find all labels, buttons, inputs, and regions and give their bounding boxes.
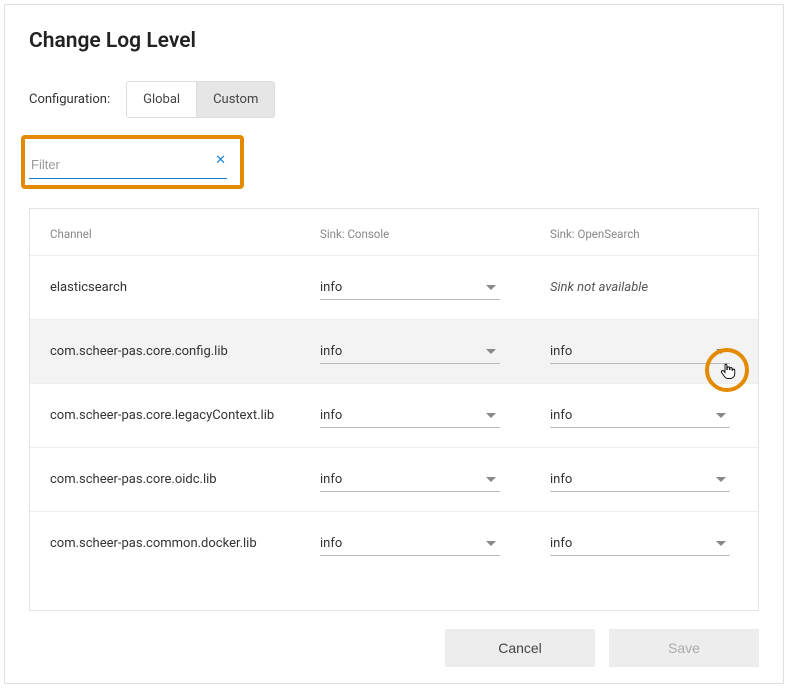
select-value: info — [550, 408, 572, 423]
console-select[interactable]: info — [320, 340, 500, 364]
console-select[interactable]: info — [320, 468, 500, 492]
cancel-button[interactable]: Cancel — [445, 629, 595, 667]
select-value: info — [550, 536, 572, 551]
configuration-row: Configuration: Global Custom — [29, 81, 759, 118]
header-channel: Channel — [50, 227, 320, 241]
header-opensearch: Sink: OpenSearch — [550, 227, 759, 241]
dialog-footer: Cancel Save — [29, 629, 759, 667]
channels-table: Channel Sink: Console Sink: OpenSearch e… — [29, 208, 759, 611]
select-value: info — [320, 536, 342, 551]
opensearch-select[interactable]: info — [550, 404, 730, 428]
tab-global[interactable]: Global — [126, 81, 197, 118]
filter-input[interactable] — [29, 151, 227, 179]
chevron-down-icon — [486, 541, 496, 546]
header-console: Sink: Console — [320, 227, 550, 241]
opensearch-select[interactable]: info — [550, 532, 730, 556]
channel-name: com.scheer-pas.common.docker.lib — [50, 536, 320, 551]
select-value: info — [320, 280, 342, 295]
chevron-down-icon — [716, 541, 726, 546]
channel-name: com.scheer-pas.core.config.lib — [50, 344, 320, 359]
configuration-tabs: Global Custom — [126, 81, 275, 118]
channel-name: elasticsearch — [50, 280, 320, 295]
opensearch-unavailable: Sink not available — [550, 280, 759, 295]
console-select[interactable]: info — [320, 532, 500, 556]
chevron-down-icon — [716, 349, 726, 354]
table-row: com.scheer-pas.core.oidc.lib info info — [30, 447, 758, 511]
select-value: info — [550, 472, 572, 487]
tab-custom[interactable]: Custom — [197, 81, 275, 118]
select-value: info — [320, 408, 342, 423]
filter-container: ✕ — [29, 140, 244, 190]
opensearch-select[interactable]: info — [550, 340, 730, 364]
chevron-down-icon — [716, 413, 726, 418]
dialog-title: Change Log Level — [29, 29, 759, 53]
chevron-down-icon — [716, 477, 726, 482]
save-button[interactable]: Save — [609, 629, 759, 667]
select-value: info — [320, 472, 342, 487]
console-select[interactable]: info — [320, 404, 500, 428]
select-value: info — [550, 344, 572, 359]
filter-clear-icon[interactable]: ✕ — [215, 154, 226, 167]
chevron-down-icon — [486, 477, 496, 482]
console-select[interactable]: info — [320, 276, 500, 300]
configuration-label: Configuration: — [29, 92, 110, 107]
table-row: com.scheer-pas.core.config.lib info info — [30, 319, 758, 383]
chevron-down-icon — [486, 349, 496, 354]
table-row: elasticsearch info Sink not available — [30, 255, 758, 319]
chevron-down-icon — [486, 413, 496, 418]
channel-name: com.scheer-pas.core.legacyContext.lib — [50, 408, 320, 423]
select-value: info — [320, 344, 342, 359]
table-row: com.scheer-pas.core.legacyContext.lib in… — [30, 383, 758, 447]
table-header: Channel Sink: Console Sink: OpenSearch — [30, 209, 758, 255]
opensearch-select[interactable]: info — [550, 468, 730, 492]
table-row: com.scheer-pas.common.docker.lib info in… — [30, 511, 758, 575]
channel-name: com.scheer-pas.core.oidc.lib — [50, 472, 320, 487]
chevron-down-icon — [486, 285, 496, 290]
change-log-level-dialog: Change Log Level Configuration: Global C… — [4, 4, 784, 684]
